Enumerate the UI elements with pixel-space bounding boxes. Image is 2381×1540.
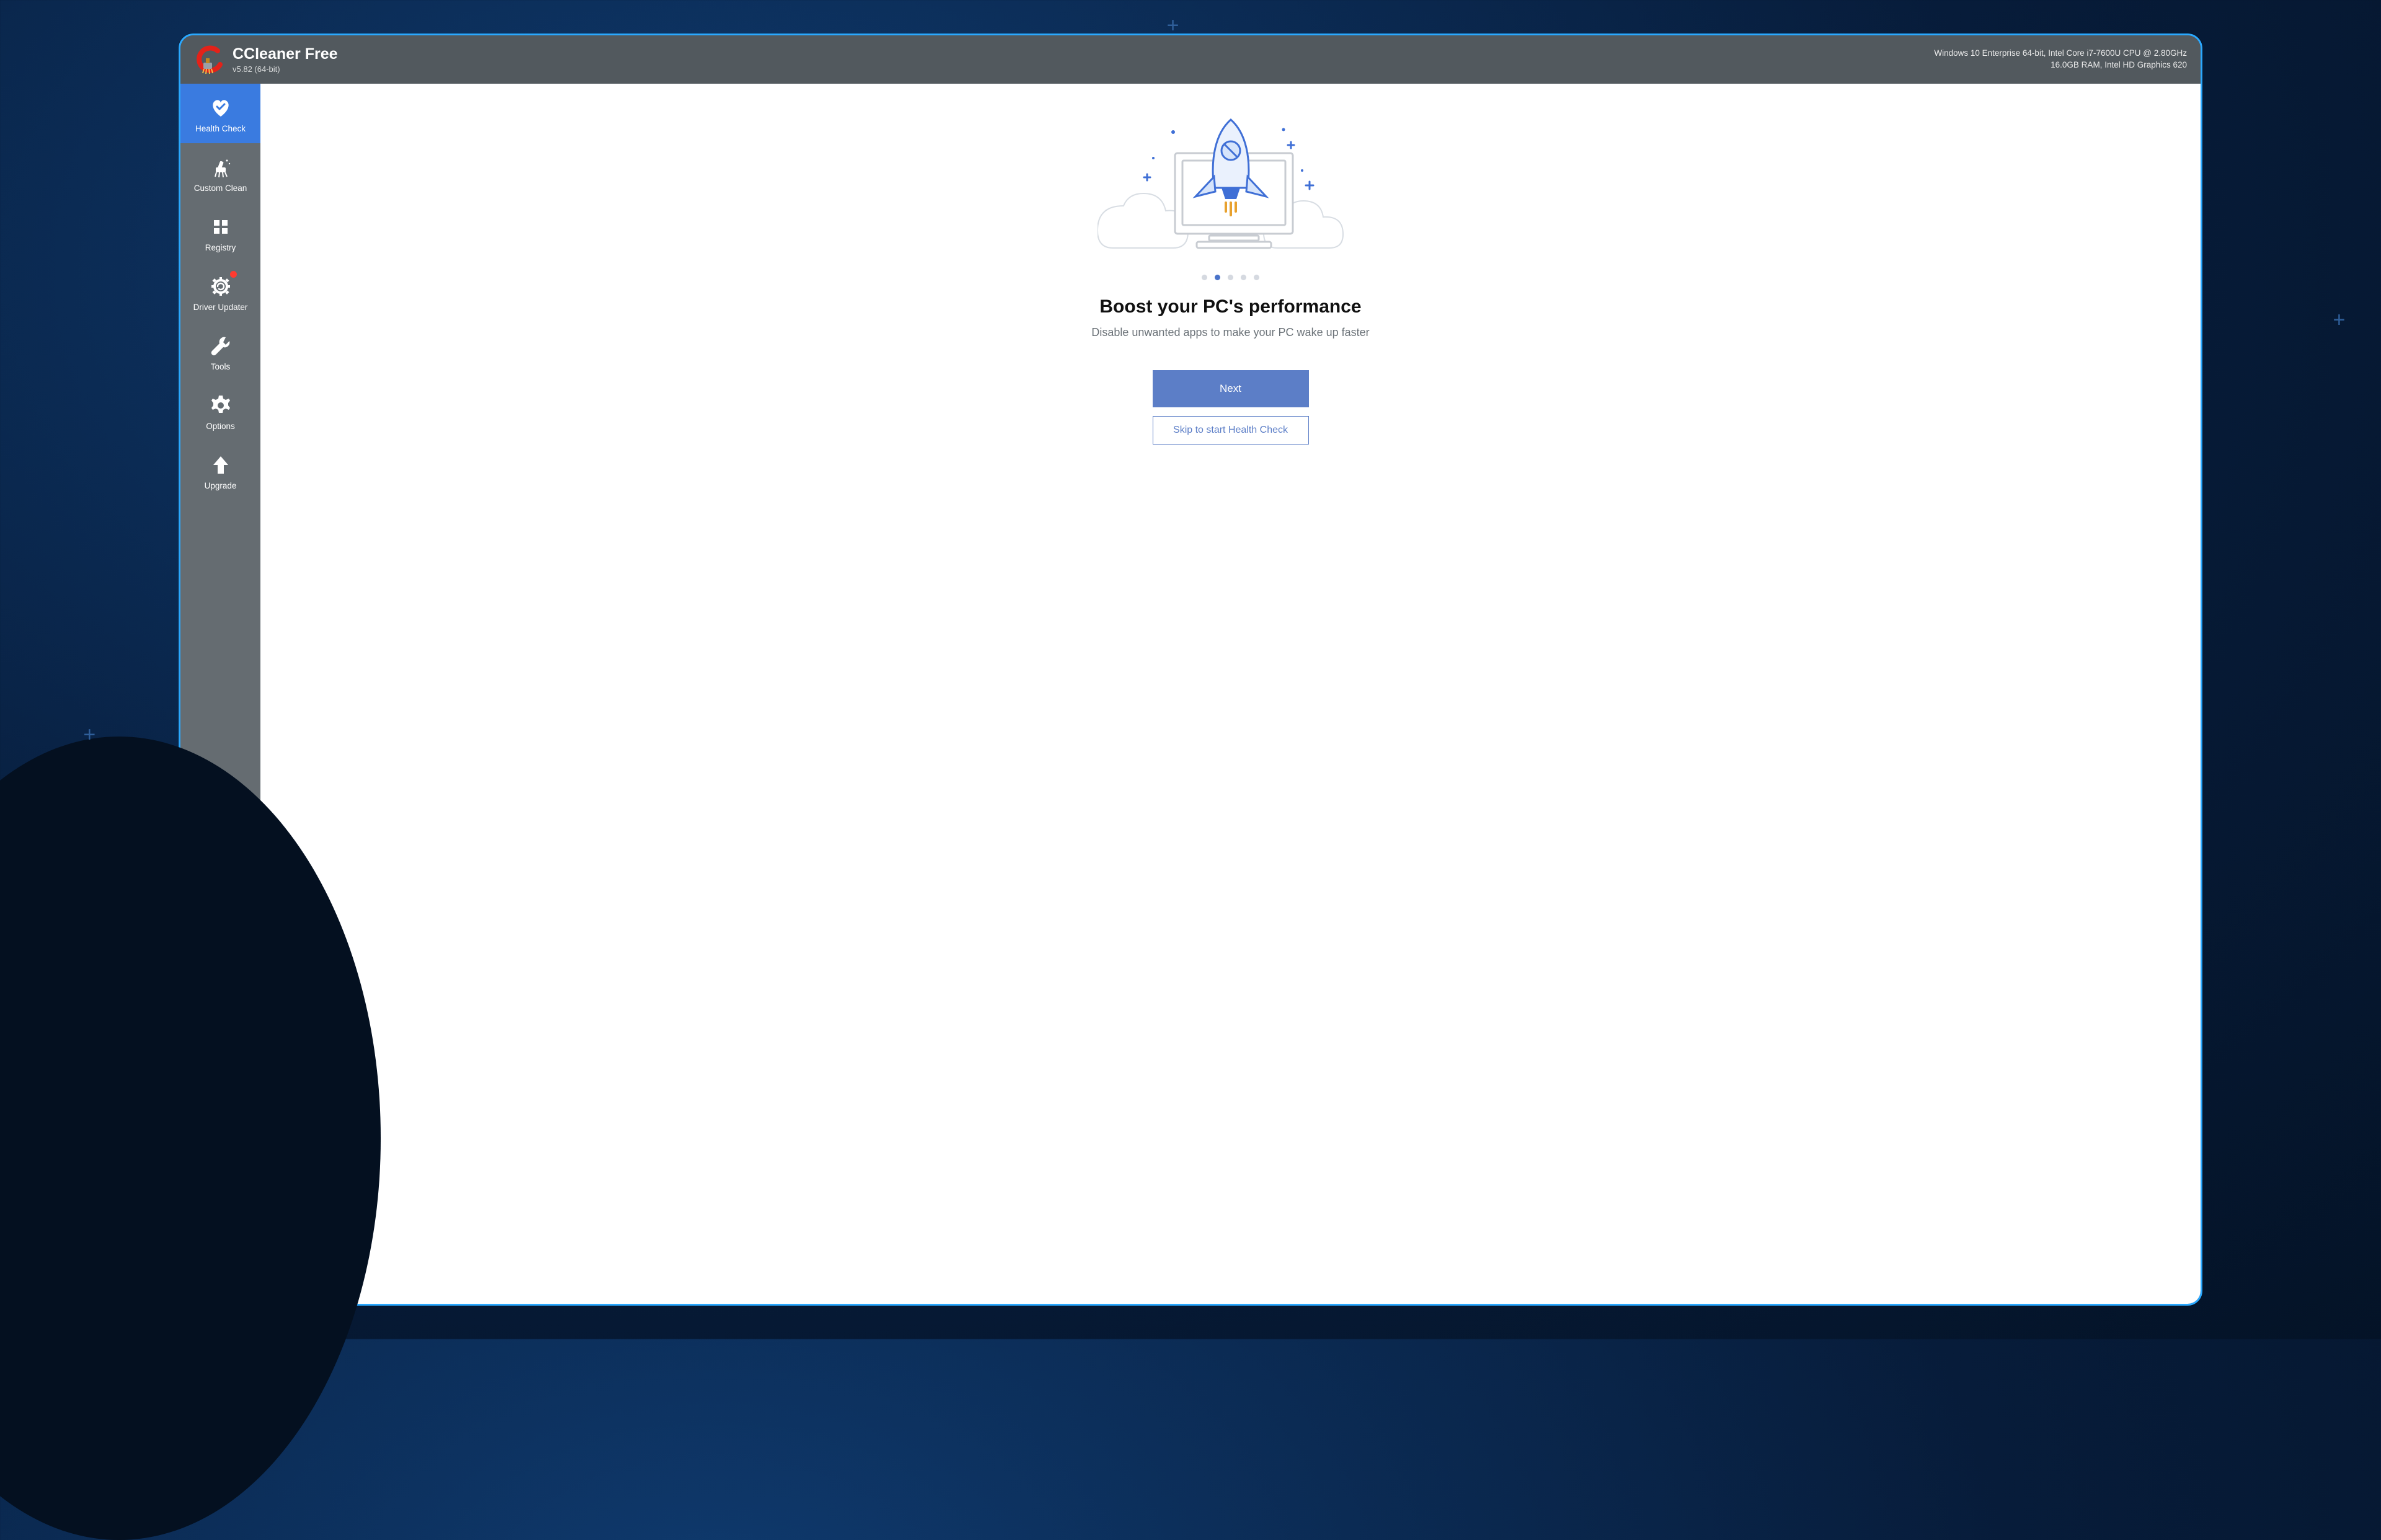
sidebar-item-label: Tools xyxy=(211,362,231,371)
sidebar-item-health-check[interactable]: Health Check xyxy=(180,84,260,143)
sidebar-item-upgrade[interactable]: Upgrade xyxy=(180,441,260,500)
heart-check-icon xyxy=(208,95,233,120)
sidebar-item-driver-updater[interactable]: Driver Updater xyxy=(180,262,260,322)
pager-dot[interactable] xyxy=(1254,275,1259,280)
next-button[interactable]: Next xyxy=(1153,370,1309,407)
headline: Boost your PC's performance xyxy=(1099,296,1361,317)
app-version: v5.82 (64-bit) xyxy=(233,64,338,74)
body-area: Health Check xyxy=(180,84,2201,1304)
skip-button[interactable]: Skip to start Health Check xyxy=(1153,416,1309,445)
sidebar-item-label: Custom Clean xyxy=(194,184,247,193)
sidebar-item-tools[interactable]: Tools xyxy=(180,322,260,381)
pager-dot[interactable] xyxy=(1215,275,1220,280)
sidebar-item-custom-clean[interactable]: Custom Clean xyxy=(180,143,260,203)
main-content: Boost your PC's performance Disable unwa… xyxy=(260,84,2201,1304)
system-info-line: 16.0GB RAM, Intel HD Graphics 620 xyxy=(1934,60,2187,71)
pager xyxy=(1202,275,1259,280)
grid-icon xyxy=(208,215,233,239)
pager-dot[interactable] xyxy=(1241,275,1246,280)
sidebar-item-label: Upgrade xyxy=(205,481,237,490)
background-plus-icon: + xyxy=(2333,308,2346,332)
sidebar-item-label: Health Check xyxy=(195,124,246,133)
app-window: CCleaner Free v5.82 (64-bit) Windows 10 … xyxy=(179,33,2202,1306)
app-title: CCleaner Free xyxy=(233,45,338,63)
app-logo-icon xyxy=(194,45,224,74)
notification-dot-icon xyxy=(230,271,237,278)
pager-dot[interactable] xyxy=(1202,275,1207,280)
app-title-block: CCleaner Free v5.82 (64-bit) xyxy=(233,45,338,74)
background-plus-icon: + xyxy=(1167,14,1179,38)
system-info-line: Windows 10 Enterprise 64-bit, Intel Core… xyxy=(1934,48,2187,60)
sidebar-item-label: Driver Updater xyxy=(193,303,248,312)
sidebar-item-label: Registry xyxy=(205,243,236,252)
background-plus-icon: + xyxy=(83,723,95,747)
pager-dot[interactable] xyxy=(1228,275,1233,280)
subheadline: Disable unwanted apps to make your PC wa… xyxy=(1091,326,1369,339)
arrow-up-icon xyxy=(208,453,233,477)
sidebar-item-options[interactable]: Options xyxy=(180,381,260,441)
sidebar-item-label: Options xyxy=(206,422,235,431)
gear-refresh-icon xyxy=(208,274,233,299)
wrench-icon xyxy=(208,334,233,358)
rocket-illustration xyxy=(1097,115,1364,257)
sidebar-item-registry[interactable]: Registry xyxy=(180,203,260,262)
brush-icon xyxy=(208,155,233,180)
system-info: Windows 10 Enterprise 64-bit, Intel Core… xyxy=(1934,48,2187,71)
gear-icon xyxy=(208,393,233,418)
title-bar: CCleaner Free v5.82 (64-bit) Windows 10 … xyxy=(180,35,2201,84)
